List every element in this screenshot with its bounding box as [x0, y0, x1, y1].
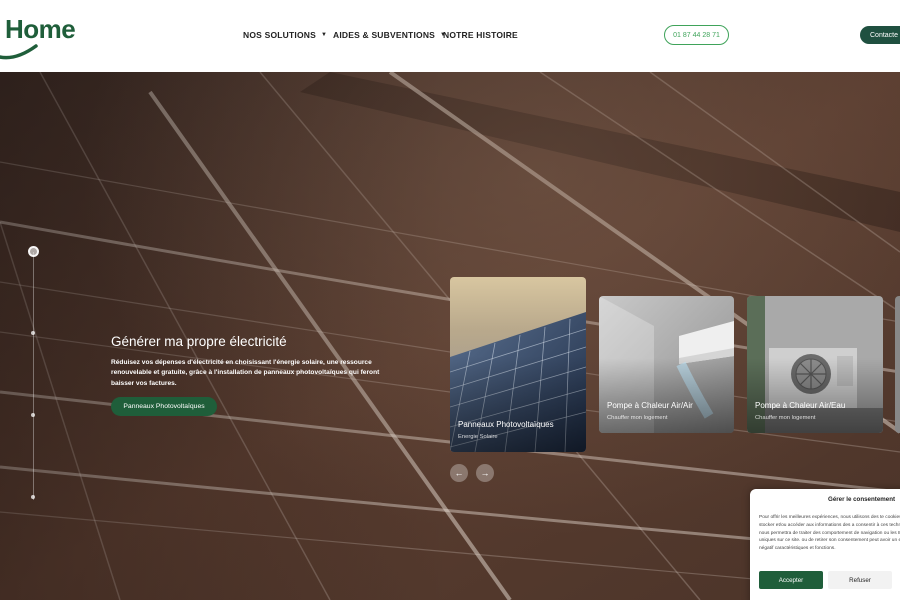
slider-dot[interactable]	[31, 331, 35, 335]
slider-dot[interactable]	[31, 413, 35, 417]
slider-dot-active[interactable]	[28, 246, 39, 257]
arrow-right-icon: →	[480, 468, 490, 478]
card-subtitle: Chauffer mon logement	[607, 415, 668, 421]
arrow-left-icon: ←	[454, 468, 464, 478]
card-panneaux-photovoltaiques[interactable]: Panneaux Photovoltaïques Energie Solaire	[450, 277, 586, 452]
cookie-accept-button[interactable]: Accepter	[759, 571, 823, 589]
hero-title: Générer ma propre électricité	[111, 334, 287, 349]
card-pompe-air-eau[interactable]: Pompe à Chaleur Air/Eau Chauffer mon log…	[747, 296, 883, 433]
card-overlay	[599, 357, 734, 433]
carousel-next-button[interactable]: →	[476, 464, 494, 482]
logo-text: Home	[5, 14, 76, 44]
card-title: Pompe à Chaleur Air/Air	[607, 401, 693, 410]
hero-description: Réduisez vos dépenses d'électricité en c…	[111, 359, 380, 387]
cookie-title: Gérer le consentement	[828, 496, 896, 503]
nav-nos-solutions[interactable]: NOS SOLUTIONS ▼	[243, 30, 327, 40]
caret-down-icon: ▼	[320, 32, 328, 38]
nav-label: NOTRE HISTOIRE	[443, 30, 518, 40]
nav-notre-histoire[interactable]: NOTRE HISTOIRE	[443, 30, 518, 40]
slider-track	[33, 252, 34, 500]
nav-aides-subventions[interactable]: AIDES & SUBVENTIONS ▼	[333, 30, 446, 40]
cookie-consent-banner: Gérer le consentement Pour offrir les me…	[750, 489, 900, 600]
card-pompe-air-air[interactable]: Pompe à Chaleur Air/Air Chauffer mon log…	[599, 296, 734, 433]
phone-button[interactable]: 01 87 44 28 71	[664, 25, 729, 45]
card-title: Panneaux Photovoltaïques	[458, 420, 554, 429]
cookie-refuse-button[interactable]: Refuser	[828, 571, 892, 589]
logo-swoosh-icon	[0, 44, 38, 60]
nav-label: NOS SOLUTIONS	[243, 30, 316, 40]
slider-dot[interactable]	[31, 495, 35, 499]
card-title: Pompe à Chaleur Air/Eau	[755, 401, 846, 410]
card-overlay	[747, 357, 883, 433]
carousel-prev-button[interactable]: ←	[450, 464, 468, 482]
card-partial[interactable]	[895, 296, 900, 433]
card-subtitle: Energie Solaire	[458, 434, 498, 440]
hero-cta-button[interactable]: Panneaux Photovoltaïques	[111, 397, 217, 416]
nav-label: AIDES & SUBVENTIONS	[333, 30, 436, 40]
logo[interactable]: Home	[0, 14, 80, 62]
card-subtitle: Chauffer mon logement	[755, 415, 816, 421]
cookie-text: Pour offrir les meilleures expériences, …	[759, 515, 900, 552]
contact-button[interactable]: Contacte	[860, 26, 900, 44]
site-header: Home NOS SOLUTIONS ▼ AIDES & SUBVENTIONS…	[0, 0, 900, 72]
